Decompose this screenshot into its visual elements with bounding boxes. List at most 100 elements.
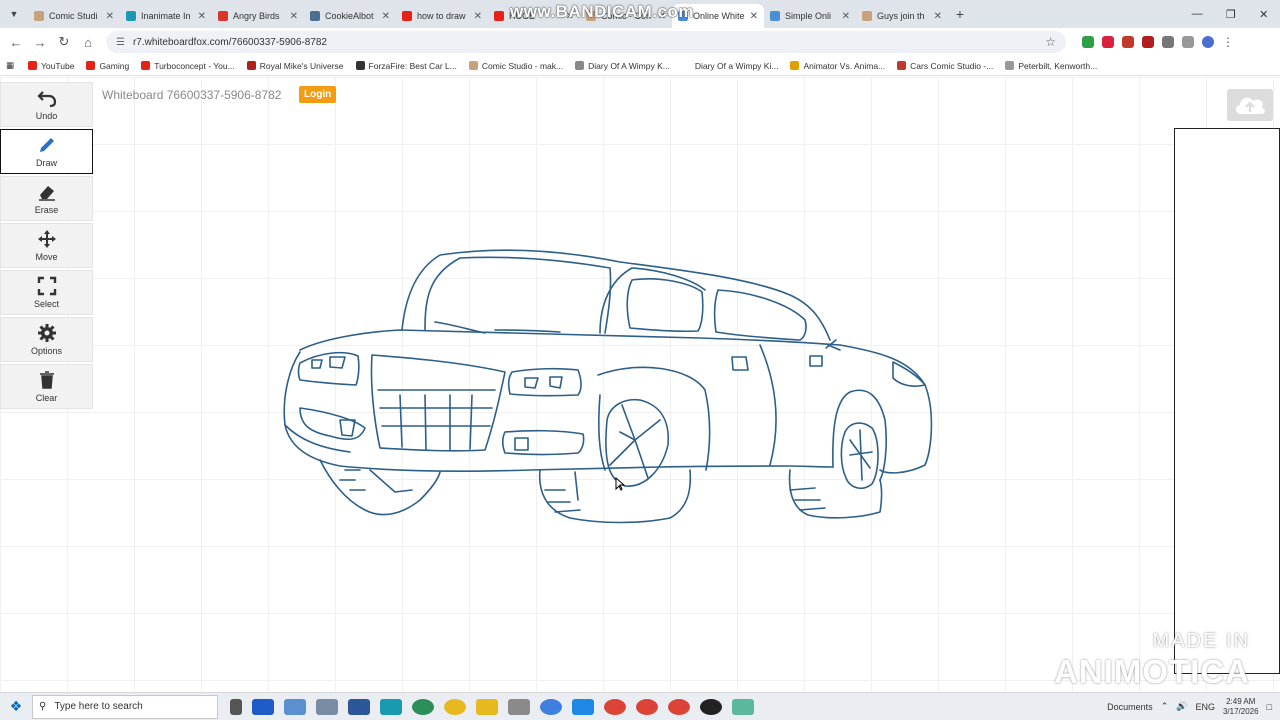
select-button[interactable]: Select	[0, 270, 93, 315]
bookmark-favicon-icon	[28, 61, 38, 70]
apps-grid-icon[interactable]: ▦	[6, 60, 14, 71]
bookmark-item[interactable]: Diary Of A Wimpy K...	[575, 61, 670, 71]
extension-icon[interactable]	[1102, 36, 1114, 48]
tab-close-icon[interactable]: ✕	[750, 11, 758, 22]
bookmark-item[interactable]: Diary Of a Wimpy Ki...	[681, 61, 778, 71]
volume-icon[interactable]: 🔊	[1176, 701, 1187, 712]
browser-tab[interactable]: Guys join th ✕	[856, 4, 948, 28]
bookmark-item[interactable]: Gaming	[86, 61, 129, 71]
bookmark-item[interactable]: Comic Studio - mak...	[468, 61, 563, 71]
file-explorer-icon[interactable]	[476, 698, 498, 715]
bookmark-favicon-icon	[681, 61, 691, 70]
bookmark-item[interactable]: Turboconcept - You...	[141, 61, 235, 71]
tab-search-icon[interactable]: ▼	[0, 0, 28, 28]
new-tab-button[interactable]: +	[948, 6, 972, 22]
browser-tab[interactable]: Inanimate In ✕	[120, 4, 212, 28]
login-button[interactable]: Login	[299, 86, 337, 103]
bookmark-item[interactable]: ForzaFire: Best Car L...	[355, 60, 457, 71]
animotica-icon[interactable]	[732, 698, 754, 715]
app-icon[interactable]	[284, 698, 306, 715]
clock[interactable]: 2:49 AM 3/17/2026	[1223, 697, 1259, 717]
bookmark-item[interactable]: Cars Comic Studio -...	[897, 61, 993, 71]
tray-chevron-icon[interactable]: ⌃	[1161, 701, 1169, 712]
bookmark-star-icon[interactable]: ☆	[1045, 35, 1056, 49]
documents-label[interactable]: Documents	[1107, 702, 1153, 712]
undo-label: Undo	[35, 111, 58, 121]
record-icon[interactable]	[700, 698, 722, 715]
profile-avatar[interactable]	[1202, 36, 1214, 48]
chrome-icon[interactable]	[668, 698, 690, 715]
store-icon[interactable]	[252, 698, 274, 715]
edge-icon[interactable]	[412, 698, 434, 715]
tab-close-icon[interactable]: ✕	[106, 11, 114, 22]
bookmark-item[interactable]: Peterbilt, Kenworth...	[1005, 61, 1097, 71]
search-icon: ⚲	[39, 701, 47, 712]
tab-favicon-icon	[770, 11, 780, 21]
browser-tab[interactable]: CookieAlbot ✕	[304, 4, 396, 28]
move-button[interactable]: Move	[0, 223, 93, 268]
chrome-icon[interactable]	[636, 698, 658, 715]
app-icon[interactable]	[316, 698, 338, 715]
minimize-icon[interactable]: —	[1192, 8, 1203, 21]
bookmark-item[interactable]: YouTube	[28, 61, 74, 71]
taskbar-search[interactable]: ⚲ Type here to search	[32, 694, 218, 719]
extension-icon[interactable]	[1122, 36, 1134, 48]
close-window-icon[interactable]: ✕	[1259, 8, 1268, 21]
board-title: Whiteboard 76600337-5906-8782	[102, 88, 282, 102]
notifications-icon[interactable]: □	[1267, 702, 1272, 712]
reading-list-icon[interactable]	[1182, 36, 1194, 48]
erase-button[interactable]: Erase	[0, 176, 93, 221]
clear-label: Clear	[35, 393, 58, 403]
chrome-icon[interactable]	[604, 698, 626, 715]
browser-tab[interactable]: Angry Birds ✕	[212, 4, 304, 28]
watermark-line1: MADE IN	[1152, 630, 1250, 652]
tab-close-icon[interactable]: ✕	[198, 11, 206, 22]
tool-palette: Undo Draw Erase Move Select Options Clea…	[0, 82, 93, 411]
site-info-icon[interactable]: ☰	[116, 37, 125, 48]
tab-label: Inanimate In	[141, 11, 191, 21]
tab-close-icon[interactable]: ✕	[934, 11, 942, 22]
forward-icon[interactable]: →	[28, 35, 52, 50]
undo-button[interactable]: Undo	[0, 82, 93, 127]
bookmark-label: ForzaFire: Best Car L...	[368, 60, 457, 71]
whiteboard-canvas[interactable]: Undo Draw Erase Move Select Options Clea…	[0, 77, 1280, 692]
tab-close-icon[interactable]: ✕	[474, 11, 482, 22]
tab-close-icon[interactable]: ✕	[842, 11, 850, 22]
reload-icon[interactable]: ↻	[52, 34, 76, 50]
word-icon[interactable]	[348, 698, 370, 715]
bookmark-label: Royal Mike's Universe	[259, 60, 344, 71]
app-icon[interactable]	[540, 698, 562, 715]
bookmark-item[interactable]: Royal Mike's Universe	[246, 60, 344, 71]
puzzle-icon[interactable]	[1162, 36, 1174, 48]
upload-button[interactable]	[1227, 89, 1273, 121]
bookmark-favicon-icon	[790, 61, 800, 70]
browser-tab[interactable]: Simple Onli ✕	[764, 4, 856, 28]
options-button[interactable]: Options	[0, 317, 93, 362]
shield-extension-icon[interactable]	[1082, 36, 1094, 48]
taskbar-apps	[230, 698, 764, 715]
task-view-icon[interactable]	[230, 698, 242, 715]
chrome-icon[interactable]	[444, 698, 466, 715]
language-label[interactable]: ENG	[1195, 702, 1215, 712]
bookmark-item[interactable]: Animator Vs. Anima...	[790, 61, 885, 71]
back-icon[interactable]: ←	[4, 35, 28, 50]
browser-tab[interactable]: Comic Studi ✕	[28, 4, 120, 28]
app-icon[interactable]	[572, 698, 594, 715]
bookmark-favicon-icon	[86, 61, 96, 70]
home-icon[interactable]: ⌂	[76, 35, 100, 50]
windows-start-icon[interactable]: ❖	[0, 698, 32, 715]
bookmark-favicon-icon	[355, 61, 365, 70]
tab-close-icon[interactable]: ✕	[290, 11, 298, 22]
draw-button[interactable]: Draw	[0, 129, 93, 174]
extension-icon[interactable]	[1142, 36, 1154, 48]
restore-icon[interactable]: ❐	[1226, 8, 1236, 21]
bookmark-label: Diary Of A Wimpy K...	[588, 60, 670, 71]
bandicam-watermark: www.BANDICAM.com	[510, 2, 694, 21]
app-icon[interactable]	[380, 698, 402, 715]
clear-button[interactable]: Clear	[0, 364, 93, 409]
tab-close-icon[interactable]: ✕	[382, 11, 390, 22]
browser-tab[interactable]: how to draw ✕	[396, 4, 488, 28]
url-bar[interactable]: ☰ r7.whiteboardfox.com/76600337-5906-878…	[106, 31, 1066, 53]
app-icon[interactable]	[508, 698, 530, 715]
browser-menu-icon[interactable]: ⋮	[1222, 35, 1234, 49]
